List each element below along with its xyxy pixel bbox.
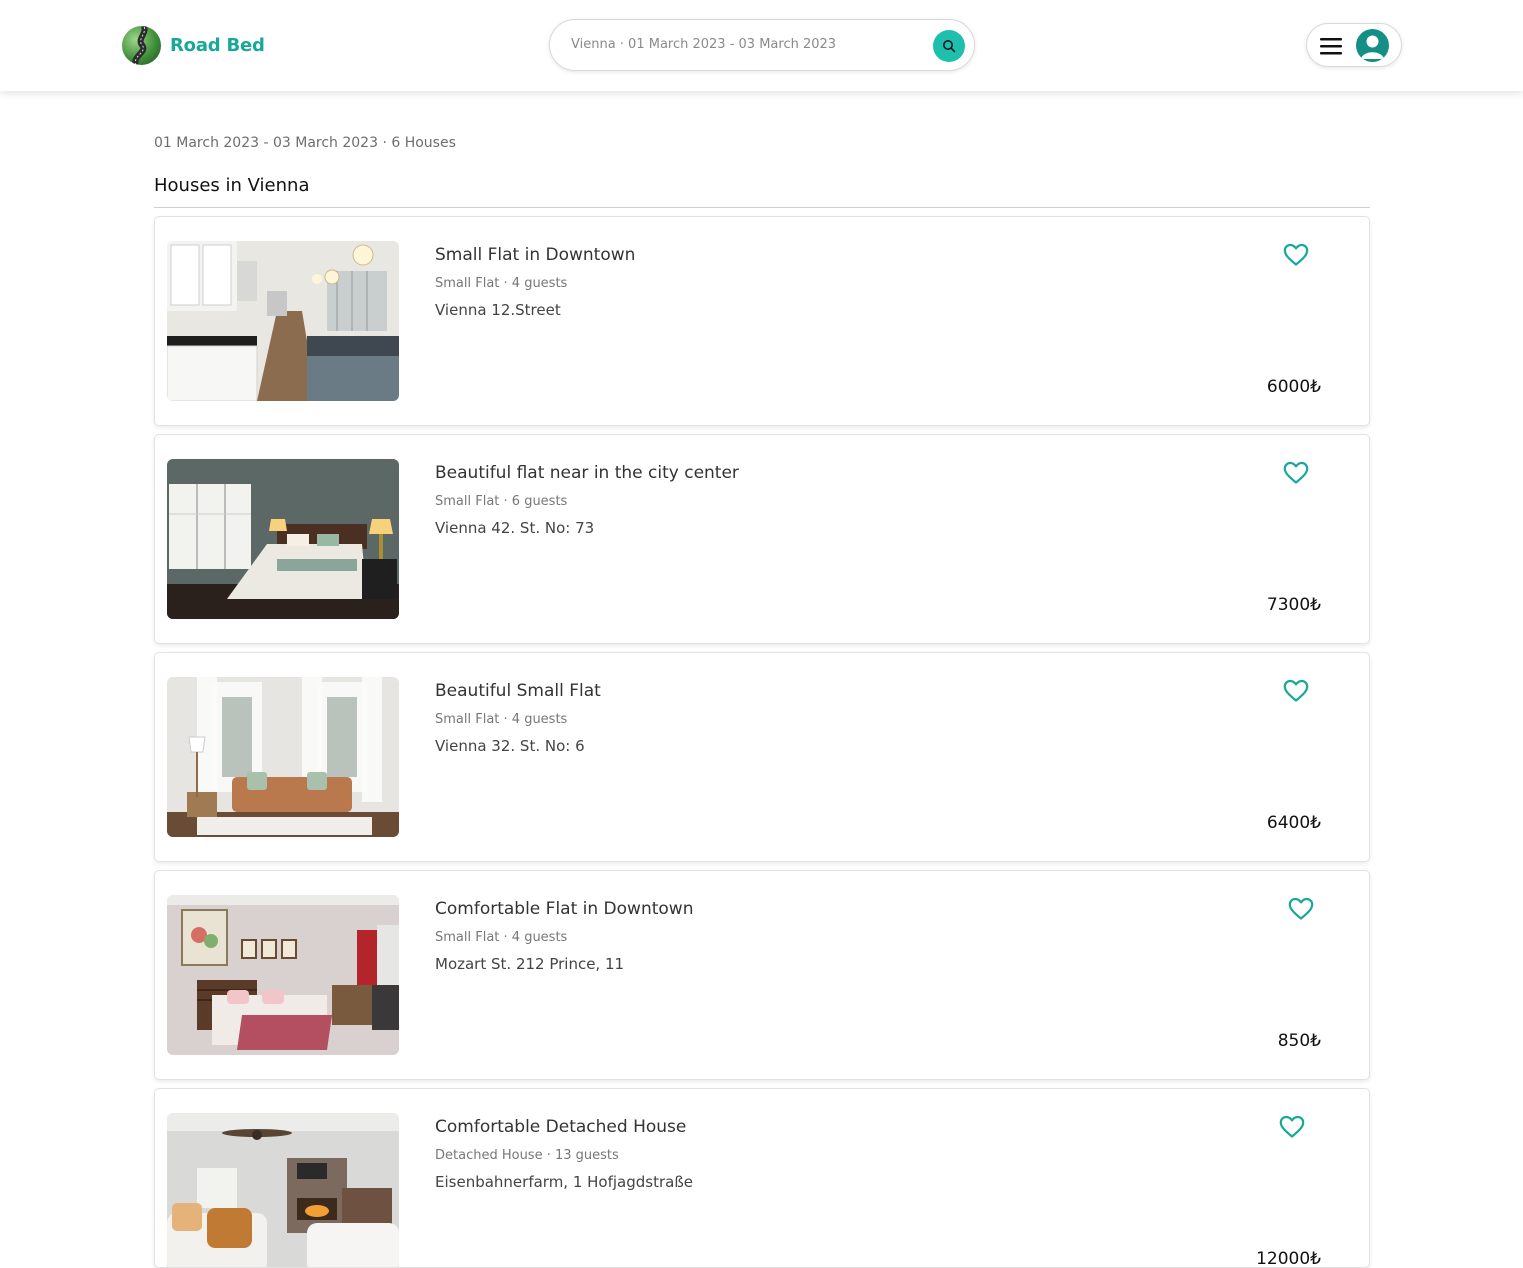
- listing-photo[interactable]: [167, 459, 399, 619]
- search-summary[interactable]: Vienna · 01 March 2023 - 03 March 2023: [571, 37, 836, 52]
- listing-photo[interactable]: [167, 241, 399, 401]
- listing-price: 12000₺: [1256, 1249, 1321, 1268]
- listing-address: Vienna 32. St. No: 6: [435, 737, 585, 755]
- listing-price: 6000₺: [1266, 377, 1321, 397]
- listing-subtitle: Detached House · 13 guests: [435, 1148, 619, 1163]
- results-divider: [154, 207, 1370, 208]
- heart-outline-icon[interactable]: [1283, 243, 1309, 267]
- road-logo-icon: [122, 26, 161, 65]
- listing-subtitle: Small Flat · 6 guests: [435, 494, 568, 509]
- user-avatar-icon: [1356, 29, 1389, 62]
- heart-outline-icon[interactable]: [1279, 1115, 1305, 1139]
- results-meta: 01 March 2023 - 03 March 2023 · 6 Houses: [154, 135, 456, 151]
- listing-title[interactable]: Small Flat in Downtown: [435, 245, 635, 265]
- listing-title[interactable]: Comfortable Flat in Downtown: [435, 899, 693, 919]
- heart-outline-icon[interactable]: [1283, 679, 1309, 703]
- listing-photo[interactable]: [167, 677, 399, 837]
- listing-subtitle: Small Flat · 4 guests: [435, 712, 568, 727]
- search-bar[interactable]: Vienna · 01 March 2023 - 03 March 2023: [549, 19, 975, 71]
- user-menu-button[interactable]: [1306, 23, 1402, 67]
- search-icon: [943, 40, 956, 53]
- listing-card[interactable]: Beautiful flat near in the city center S…: [154, 434, 1370, 644]
- listing-address: Vienna 12.Street: [435, 301, 561, 319]
- listing-address: Mozart St. 212 Prince, 11: [435, 955, 625, 973]
- listing-address: Vienna 42. St. No: 73: [435, 519, 595, 537]
- heart-outline-icon[interactable]: [1283, 461, 1309, 485]
- search-button[interactable]: [933, 30, 965, 62]
- listing-card[interactable]: Beautiful Small Flat Small Flat · 4 gues…: [154, 652, 1370, 862]
- listing-card[interactable]: Small Flat in Downtown Small Flat · 4 gu…: [154, 216, 1370, 426]
- listing-price: 6400₺: [1266, 813, 1321, 833]
- listing-price: 7300₺: [1266, 595, 1321, 615]
- brand-name: Road Bed: [170, 35, 265, 56]
- listing-card[interactable]: Comfortable Detached House Detached Hous…: [154, 1088, 1370, 1268]
- listing-photo[interactable]: [167, 1113, 399, 1267]
- listing-photo[interactable]: [167, 895, 399, 1055]
- listing-address: Eisenbahnerfarm, 1 Hofjagdstraße: [435, 1173, 694, 1191]
- top-header: Road Bed Vienna · 01 March 2023 - 03 Mar…: [0, 0, 1523, 91]
- listing-card[interactable]: Comfortable Flat in Downtown Small Flat …: [154, 870, 1370, 1080]
- brand-logo[interactable]: Road Bed: [122, 26, 265, 65]
- listing-title[interactable]: Comfortable Detached House: [435, 1117, 686, 1137]
- listing-subtitle: Small Flat · 4 guests: [435, 930, 568, 945]
- listing-price: 850₺: [1277, 1031, 1321, 1051]
- listing-title[interactable]: Beautiful Small Flat: [435, 681, 601, 701]
- listing-title[interactable]: Beautiful flat near in the city center: [435, 463, 739, 483]
- listing-subtitle: Small Flat · 4 guests: [435, 276, 568, 291]
- results-title: Houses in Vienna: [154, 175, 310, 196]
- heart-outline-icon[interactable]: [1288, 897, 1314, 921]
- hamburger-menu-icon: [1320, 38, 1342, 55]
